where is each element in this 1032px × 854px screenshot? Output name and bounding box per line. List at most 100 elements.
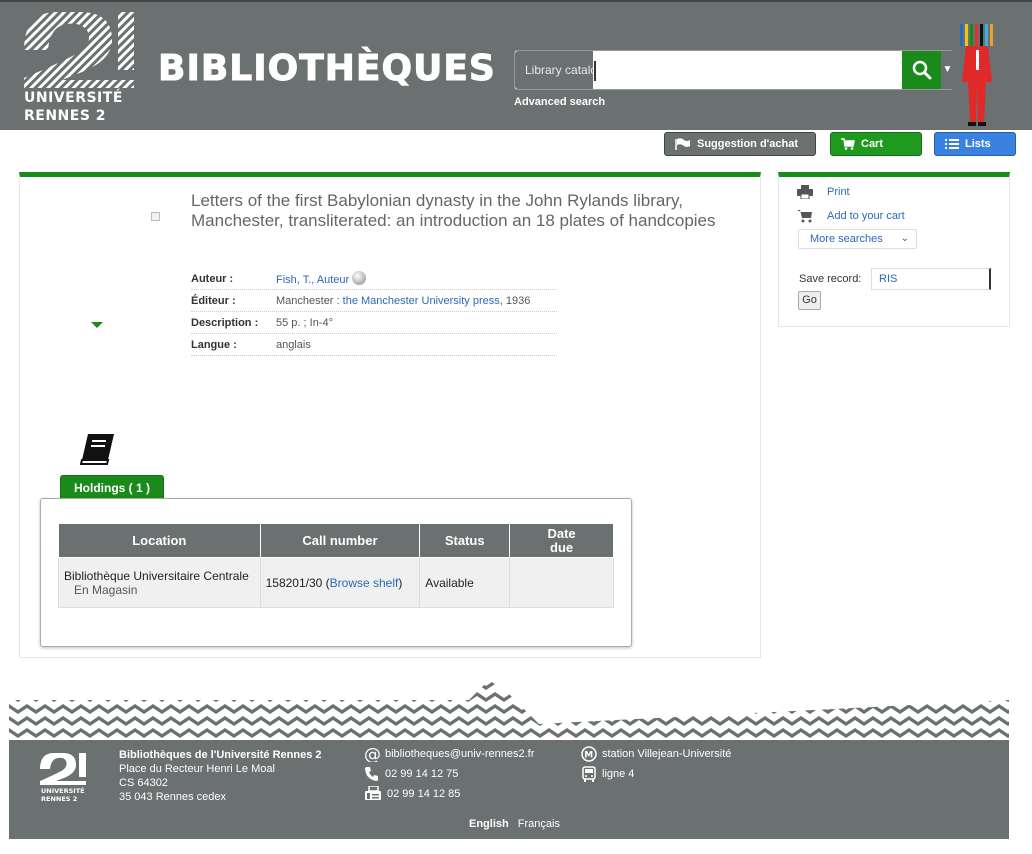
tab-holdings[interactable]: Holdings ( 1 )	[60, 475, 164, 499]
book-icon	[80, 434, 114, 465]
search-icon	[912, 60, 931, 80]
university-wordmark: UNIVERSITÉ RENNES 2	[24, 89, 144, 125]
table-row: Bibliothèque Universitaire Centrale En M…	[58, 557, 614, 608]
footer-university-wordmark: UNIVERSITÉ RENNES 2	[41, 787, 85, 803]
footer-fax-number: 02 99 14 12 85	[387, 788, 461, 800]
footer-metro: M station Villejean-Université	[581, 746, 731, 762]
print-icon	[797, 185, 813, 199]
shelving-location: En Magasin	[74, 582, 138, 597]
more-searches-dropdown[interactable]: More searches ⌄	[798, 229, 917, 249]
lists-label: Lists	[965, 138, 991, 150]
university-line2: RENNES 2	[24, 108, 107, 124]
footer-bus: ligne 4	[581, 766, 634, 782]
save-go-button[interactable]: Go	[798, 291, 821, 310]
publisher-label: Éditeur :	[191, 294, 236, 307]
footer-phone-number: 02 99 14 12 75	[385, 768, 459, 780]
language-label: Langue :	[191, 338, 237, 351]
search-button[interactable]	[902, 51, 941, 89]
author-value: Fish, T., Auteur	[276, 271, 557, 286]
phone-icon	[365, 767, 378, 781]
publisher-place: Manchester :	[276, 294, 343, 307]
footer-address: Bibliothèques de l'Université Rennes 2 P…	[119, 748, 322, 804]
cart-icon	[841, 138, 855, 150]
search-bar: Library catalog ▼	[514, 50, 954, 90]
cart-icon	[797, 210, 812, 223]
publisher-value: Manchester : the Manchester University p…	[276, 295, 557, 307]
column-date-due-label: Date due	[547, 525, 576, 555]
footer-address-line1: Place du Recteur Henri Le Moal	[119, 763, 275, 775]
footer-email[interactable]: @ bibliotheques@univ-rennes2.fr	[364, 746, 534, 762]
language-french[interactable]: Français	[518, 818, 560, 830]
footer-metro-station: station Villejean-Université	[602, 748, 732, 760]
cart-label: Cart	[861, 138, 884, 150]
lists-button[interactable]: Lists	[934, 132, 1016, 156]
add-to-cart-link[interactable]: Add to your cart	[827, 210, 905, 222]
holdings-tab-pointer	[91, 322, 103, 328]
footer-logo-line2: RENNES 2	[41, 795, 78, 803]
cart-button[interactable]: Cart	[830, 132, 922, 156]
location-name: Bibliothèque Universitaire Centrale	[64, 568, 249, 583]
print-link[interactable]: Print	[827, 186, 850, 198]
record-title: Letters of the first Babylonian dynasty …	[191, 191, 716, 230]
description-label: Description :	[191, 316, 259, 329]
column-location[interactable]: Location	[58, 523, 261, 558]
footer-address-line3: 35 043 Rennes cedex	[119, 791, 227, 803]
save-format-select[interactable]: RIS	[871, 268, 991, 290]
university-line1: UNIVERSITÉ	[24, 90, 123, 106]
at-sign-icon: @	[364, 746, 380, 762]
location-cell: Bibliothèque Universitaire Centrale En M…	[58, 557, 261, 608]
purchase-suggestion-button[interactable]: Suggestion d'achat	[664, 132, 816, 156]
rennes2-logo-icon[interactable]	[22, 10, 136, 90]
publisher-link[interactable]: the Manchester University press	[343, 295, 500, 307]
browse-shelf-link[interactable]: Browse shelf	[330, 576, 399, 590]
call-number-suffix: )	[398, 575, 403, 590]
description-row: Description : 55 p. ; In-4°	[191, 312, 557, 334]
brand-title[interactable]: BIBLIOTHÈQUES	[158, 48, 496, 90]
language-english[interactable]: English	[469, 818, 509, 830]
site-footer: UNIVERSITÉ RENNES 2 Bibliothèques de l'U…	[9, 740, 1009, 839]
search-type-select[interactable]: Library catalog	[515, 51, 593, 89]
save-record-label: Save record:	[799, 273, 862, 285]
metro-icon: M	[581, 746, 597, 762]
search-input[interactable]	[595, 52, 900, 88]
column-date-due[interactable]: Date due	[509, 523, 614, 558]
print-action[interactable]: Print	[797, 185, 850, 199]
chevron-down-icon: ⌄	[900, 233, 909, 244]
footer-email-address: bibliotheques@univ-rennes2.fr	[385, 748, 535, 760]
advanced-search-link[interactable]: Advanced search	[514, 96, 605, 108]
author-link[interactable]: Fish, T., Auteur	[276, 274, 349, 286]
record-fields: Auteur : Fish, T., Auteur Éditeur : Manc…	[191, 268, 557, 356]
author-label: Auteur :	[191, 272, 234, 285]
publisher-year: , 1936	[499, 294, 531, 307]
rennes2-logo-icon	[40, 753, 86, 785]
site-header: UNIVERSITÉ RENNES 2 BIBLIOTHÈQUES Librar…	[0, 0, 1032, 130]
holdings-header-row: Location Call number Status Date due	[58, 523, 614, 558]
record-actions-sidebar: Print Add to your cart More searches ⌄ S…	[778, 172, 1010, 327]
more-searches-label: More searches	[810, 233, 883, 245]
footer-chevron-pattern	[9, 680, 1009, 740]
svg-text:M: M	[584, 751, 593, 761]
flag-icon	[675, 138, 690, 150]
text-cursor	[594, 61, 596, 81]
publisher-row: Éditeur : Manchester : the Manchester Un…	[191, 290, 557, 312]
footer-org-name: Bibliothèques de l'Université Rennes 2	[119, 749, 322, 761]
footer-address-line2: CS 64302	[119, 777, 168, 789]
call-number-cell: 158201/30 (Browse shelf)	[259, 557, 421, 608]
column-call-number[interactable]: Call number	[259, 523, 421, 558]
fax-icon	[365, 786, 381, 800]
holdings-panel: Location Call number Status Date due Bib…	[40, 498, 632, 647]
language-value: anglais	[276, 338, 311, 351]
add-to-cart-action[interactable]: Add to your cart	[797, 209, 905, 223]
status-cell: Available	[419, 557, 511, 608]
footer-phone: 02 99 14 12 75	[364, 766, 458, 782]
svg-text:@: @	[364, 746, 380, 762]
footer-bus-line: ligne 4	[602, 768, 635, 780]
list-icon	[945, 139, 959, 149]
date-due-cell	[509, 557, 614, 608]
language-switcher: English Français	[469, 818, 560, 830]
column-status[interactable]: Status	[419, 523, 511, 558]
call-number: 158201/30 (	[265, 575, 330, 590]
wikipedia-icon[interactable]	[352, 271, 367, 285]
footer-logo-line1: UNIVERSITÉ	[41, 787, 85, 795]
record-detail-panel: Letters of the first Babylonian dynasty …	[19, 172, 761, 658]
